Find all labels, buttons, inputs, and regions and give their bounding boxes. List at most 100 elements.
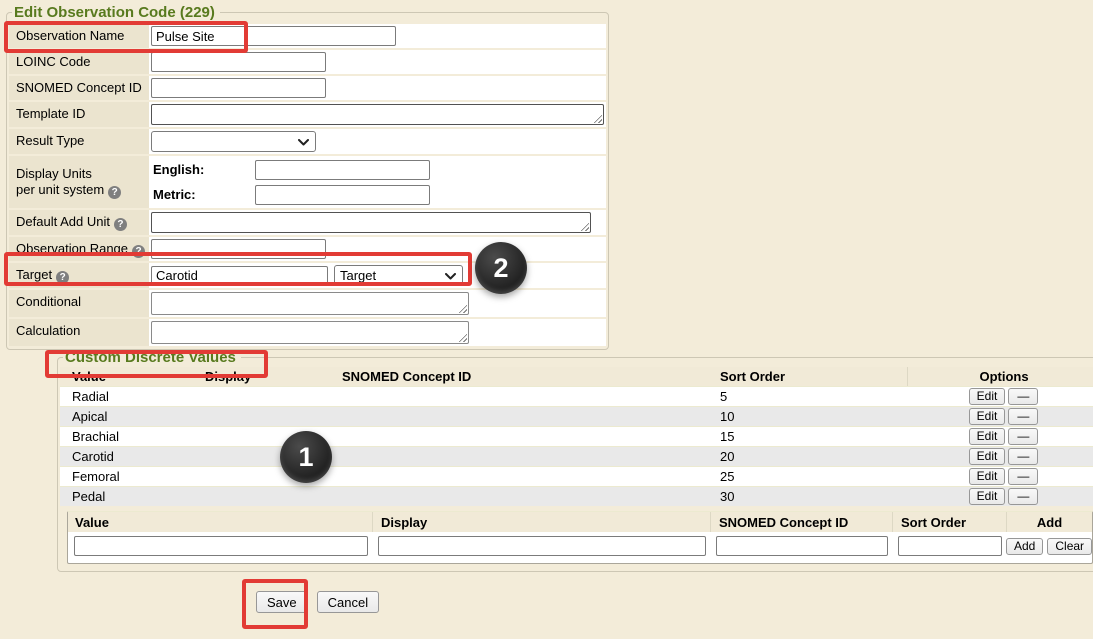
row-default-add-unit: Default Add Unit? [9, 210, 606, 235]
target-input[interactable] [151, 266, 328, 286]
form-title: Edit Observation Code (229) [12, 4, 220, 21]
help-icon[interactable]: ? [56, 271, 69, 284]
edit-observation-form: Edit Observation Code (229) Observation … [6, 4, 609, 350]
chevron-down-icon [445, 273, 456, 280]
edit-button[interactable]: Edit [969, 428, 1006, 445]
remove-button[interactable]: — [1008, 448, 1038, 465]
table-row: Femoral 25 Edit— [60, 466, 1093, 486]
calculation-label: Calculation [9, 319, 149, 346]
row-loinc-code: LOINC Code [9, 50, 606, 74]
new-sort-order-input[interactable] [898, 536, 1002, 556]
help-icon[interactable]: ? [114, 218, 127, 231]
result-type-label: Result Type [9, 129, 149, 154]
clear-button[interactable]: Clear [1047, 538, 1092, 555]
english-units-input[interactable] [255, 160, 430, 180]
row-value: Femoral [60, 469, 200, 484]
add-col-value: Value [68, 512, 372, 532]
row-result-type: Result Type [9, 129, 606, 154]
new-snomed-input[interactable] [716, 536, 888, 556]
table-header: Value Display SNOMED Concept ID Sort Ord… [60, 367, 1093, 386]
row-target: Target? Target [9, 263, 606, 288]
resize-grip-icon[interactable] [458, 333, 467, 342]
help-icon[interactable]: ? [108, 186, 121, 199]
table-row: Apical 10 Edit— [60, 406, 1093, 426]
table-row: Pedal 30 Edit— [60, 486, 1093, 506]
footer-actions: Save Cancel [256, 591, 379, 613]
table-row: Brachial 15 Edit— [60, 426, 1093, 446]
loinc-code-input[interactable] [151, 52, 326, 72]
add-col-add: Add [1006, 512, 1092, 532]
add-col-display: Display [372, 512, 710, 532]
remove-button[interactable]: — [1008, 388, 1038, 405]
template-id-label: Template ID [9, 102, 149, 127]
remove-button[interactable]: — [1008, 408, 1038, 425]
row-value: Radial [60, 389, 200, 404]
add-col-snomed: SNOMED Concept ID [710, 512, 892, 532]
row-sort-order: 20 [715, 449, 907, 464]
cancel-button[interactable]: Cancel [317, 591, 379, 613]
add-row-header: Value Display SNOMED Concept ID Sort Ord… [68, 512, 1092, 532]
metric-units-label: Metric: [151, 187, 255, 202]
remove-button[interactable]: — [1008, 488, 1038, 505]
calculation-textarea[interactable] [151, 321, 469, 344]
row-sort-order: 25 [715, 469, 907, 484]
row-sort-order: 10 [715, 409, 907, 424]
row-template-id: Template ID [9, 102, 606, 127]
target-select[interactable]: Target [334, 265, 463, 286]
new-display-input[interactable] [378, 536, 706, 556]
resize-grip-icon[interactable] [593, 114, 602, 123]
observation-name-label: Observation Name [9, 24, 149, 48]
display-units-label-line2: per unit system [16, 182, 104, 197]
result-type-select[interactable] [151, 131, 316, 152]
row-sort-order: 30 [715, 489, 907, 504]
snomed-concept-id-label: SNOMED Concept ID [9, 76, 149, 100]
english-units-label: English: [151, 162, 255, 177]
page: Edit Observation Code (229) Observation … [0, 0, 1093, 639]
default-add-unit-textarea[interactable] [151, 212, 591, 233]
snomed-concept-id-input[interactable] [151, 78, 326, 98]
row-value: Brachial [60, 429, 200, 444]
col-sort-order: Sort Order [715, 369, 907, 384]
row-observation-range: Observation Range? [9, 237, 606, 261]
col-snomed: SNOMED Concept ID [337, 369, 715, 384]
default-add-unit-label: Default Add Unit [16, 214, 110, 229]
conditional-label: Conditional [9, 290, 149, 317]
metric-units-input[interactable] [255, 185, 430, 205]
help-icon[interactable]: ? [132, 245, 145, 258]
row-conditional: Conditional [9, 290, 606, 317]
edit-button[interactable]: Edit [969, 388, 1006, 405]
observation-name-input[interactable] [151, 26, 396, 46]
row-observation-name: Observation Name [9, 24, 606, 48]
table-row: Carotid 20 Edit— [60, 446, 1093, 466]
row-sort-order: 15 [715, 429, 907, 444]
row-snomed-concept-id: SNOMED Concept ID [9, 76, 606, 100]
new-value-input[interactable] [74, 536, 368, 556]
chevron-down-icon [298, 139, 309, 146]
remove-button[interactable]: — [1008, 468, 1038, 485]
add-col-sort-order: Sort Order [892, 512, 1006, 532]
edit-button[interactable]: Edit [969, 488, 1006, 505]
loinc-code-label: LOINC Code [9, 50, 149, 74]
resize-grip-icon[interactable] [580, 222, 589, 231]
row-calculation: Calculation [9, 319, 606, 346]
custom-discrete-values-section: Custom Discrete Values Value Display SNO… [57, 349, 1093, 572]
save-button[interactable]: Save [256, 591, 308, 613]
row-value: Carotid [60, 449, 200, 464]
observation-range-input[interactable] [151, 239, 326, 259]
edit-button[interactable]: Edit [969, 468, 1006, 485]
row-value: Apical [60, 409, 200, 424]
template-id-textarea[interactable] [151, 104, 604, 125]
edit-button[interactable]: Edit [969, 408, 1006, 425]
observation-range-label: Observation Range [16, 241, 128, 256]
col-options: Options [907, 367, 1093, 386]
custom-discrete-values-title: Custom Discrete Values [63, 349, 241, 366]
row-value: Pedal [60, 489, 200, 504]
remove-button[interactable]: — [1008, 428, 1038, 445]
add-button[interactable]: Add [1006, 538, 1043, 555]
conditional-textarea[interactable] [151, 292, 469, 315]
resize-grip-icon[interactable] [458, 304, 467, 313]
row-sort-order: 5 [715, 389, 907, 404]
col-value: Value [60, 369, 200, 384]
add-value-box: Value Display SNOMED Concept ID Sort Ord… [67, 511, 1093, 564]
edit-button[interactable]: Edit [969, 448, 1006, 465]
